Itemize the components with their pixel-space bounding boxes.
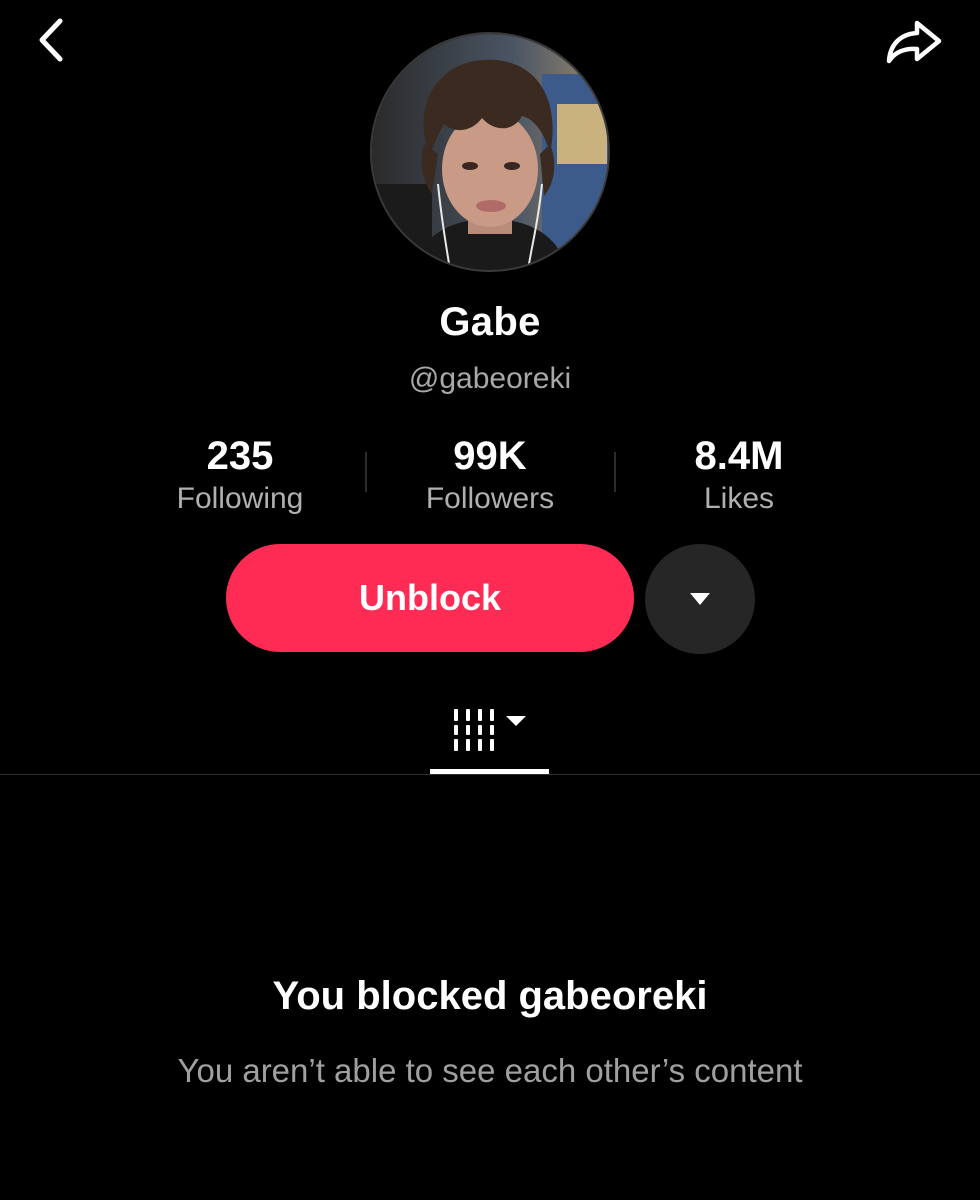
unblock-button-label: Unblock <box>358 577 501 618</box>
blocked-notice-subtitle: You aren’t able to see each other’s cont… <box>177 1052 803 1089</box>
share-arrow-icon <box>886 20 942 64</box>
caret-down-icon <box>690 593 710 605</box>
profile-photo-image <box>372 34 608 270</box>
chevron-left-icon <box>39 18 63 62</box>
stat-likes[interactable]: 8.4M Likes <box>614 432 864 518</box>
likes-count: 8.4M <box>694 434 784 478</box>
username-handle: @gabeoreki <box>408 362 572 395</box>
following-count: 235 <box>206 434 274 478</box>
likes-label: Likes <box>703 482 775 515</box>
tab-bar-divider <box>0 774 980 775</box>
share-button[interactable] <box>878 12 950 72</box>
caret-down-icon <box>506 716 526 726</box>
blocked-notice-title: You blocked gabeoreki <box>272 974 708 1018</box>
back-button[interactable] <box>22 10 82 70</box>
display-name: Gabe <box>439 300 541 344</box>
more-options-button[interactable] <box>645 544 755 654</box>
stat-following[interactable]: 235 Following <box>115 432 365 518</box>
followers-label: Followers <box>425 482 555 515</box>
unblock-button[interactable]: Unblock <box>226 544 634 652</box>
avatar[interactable] <box>370 32 610 272</box>
tab-videos[interactable] <box>430 690 550 770</box>
stat-followers[interactable]: 99K Followers <box>365 432 615 518</box>
followers-count: 99K <box>453 434 527 478</box>
grid-bars-icon <box>454 709 494 751</box>
following-label: Following <box>176 482 304 515</box>
